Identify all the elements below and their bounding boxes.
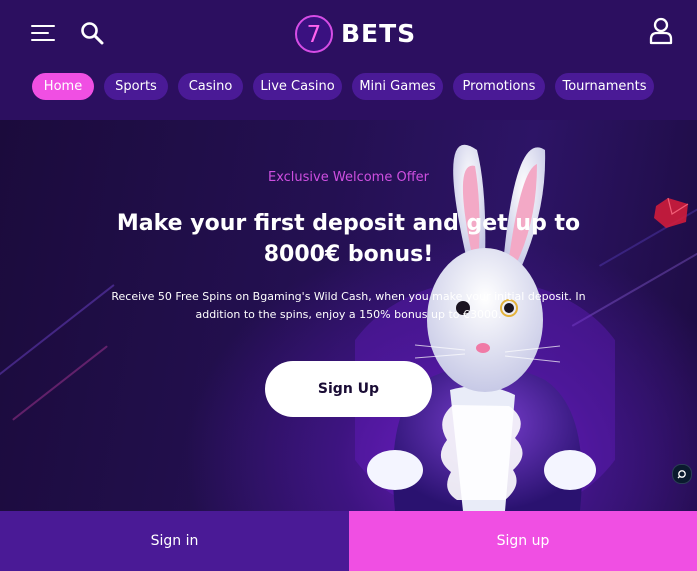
tab-home[interactable]: Home [32, 73, 94, 100]
bottom-action-bar: Sign in Sign up [0, 511, 697, 571]
logo-text: BETS [341, 19, 417, 48]
sign-up-button[interactable]: Sign Up [265, 361, 432, 417]
hero-label: Exclusive Welcome Offer [267, 170, 429, 185]
tab-mini-games[interactable]: Mini Games [352, 73, 443, 100]
logo-number: 7 [307, 22, 322, 48]
hero-banner: Exclusive Welcome Offer Make your first … [0, 120, 697, 511]
hero-title: Make your first deposit and get up to 80… [116, 211, 581, 267]
brand-logo[interactable]: 7 BETS [293, 13, 415, 55]
white-rabbit-illustration [355, 144, 615, 511]
search-icon[interactable] [80, 21, 104, 45]
hamburger-menu-icon[interactable] [31, 24, 55, 42]
red-gem-icon [654, 197, 689, 228]
hero-body: Receive 50 Free Spins on Bgaming's Wild … [111, 290, 586, 321]
tab-promotions[interactable]: Promotions [453, 73, 545, 100]
sign-up-bottom-button[interactable]: Sign up [349, 511, 697, 571]
tab-sports[interactable]: Sports [104, 73, 168, 100]
chat-icon[interactable] [672, 464, 692, 484]
tab-casino[interactable]: Casino [178, 73, 243, 100]
decorative-streak [12, 345, 108, 421]
tab-tournaments[interactable]: Tournaments [555, 73, 654, 100]
user-icon[interactable] [649, 17, 673, 45]
site-header: 7 BETS Home Sports Casino Live Casino Mi… [0, 0, 697, 120]
tab-live-casino[interactable]: Live Casino [253, 73, 342, 100]
sign-in-button[interactable]: Sign in [0, 511, 349, 571]
